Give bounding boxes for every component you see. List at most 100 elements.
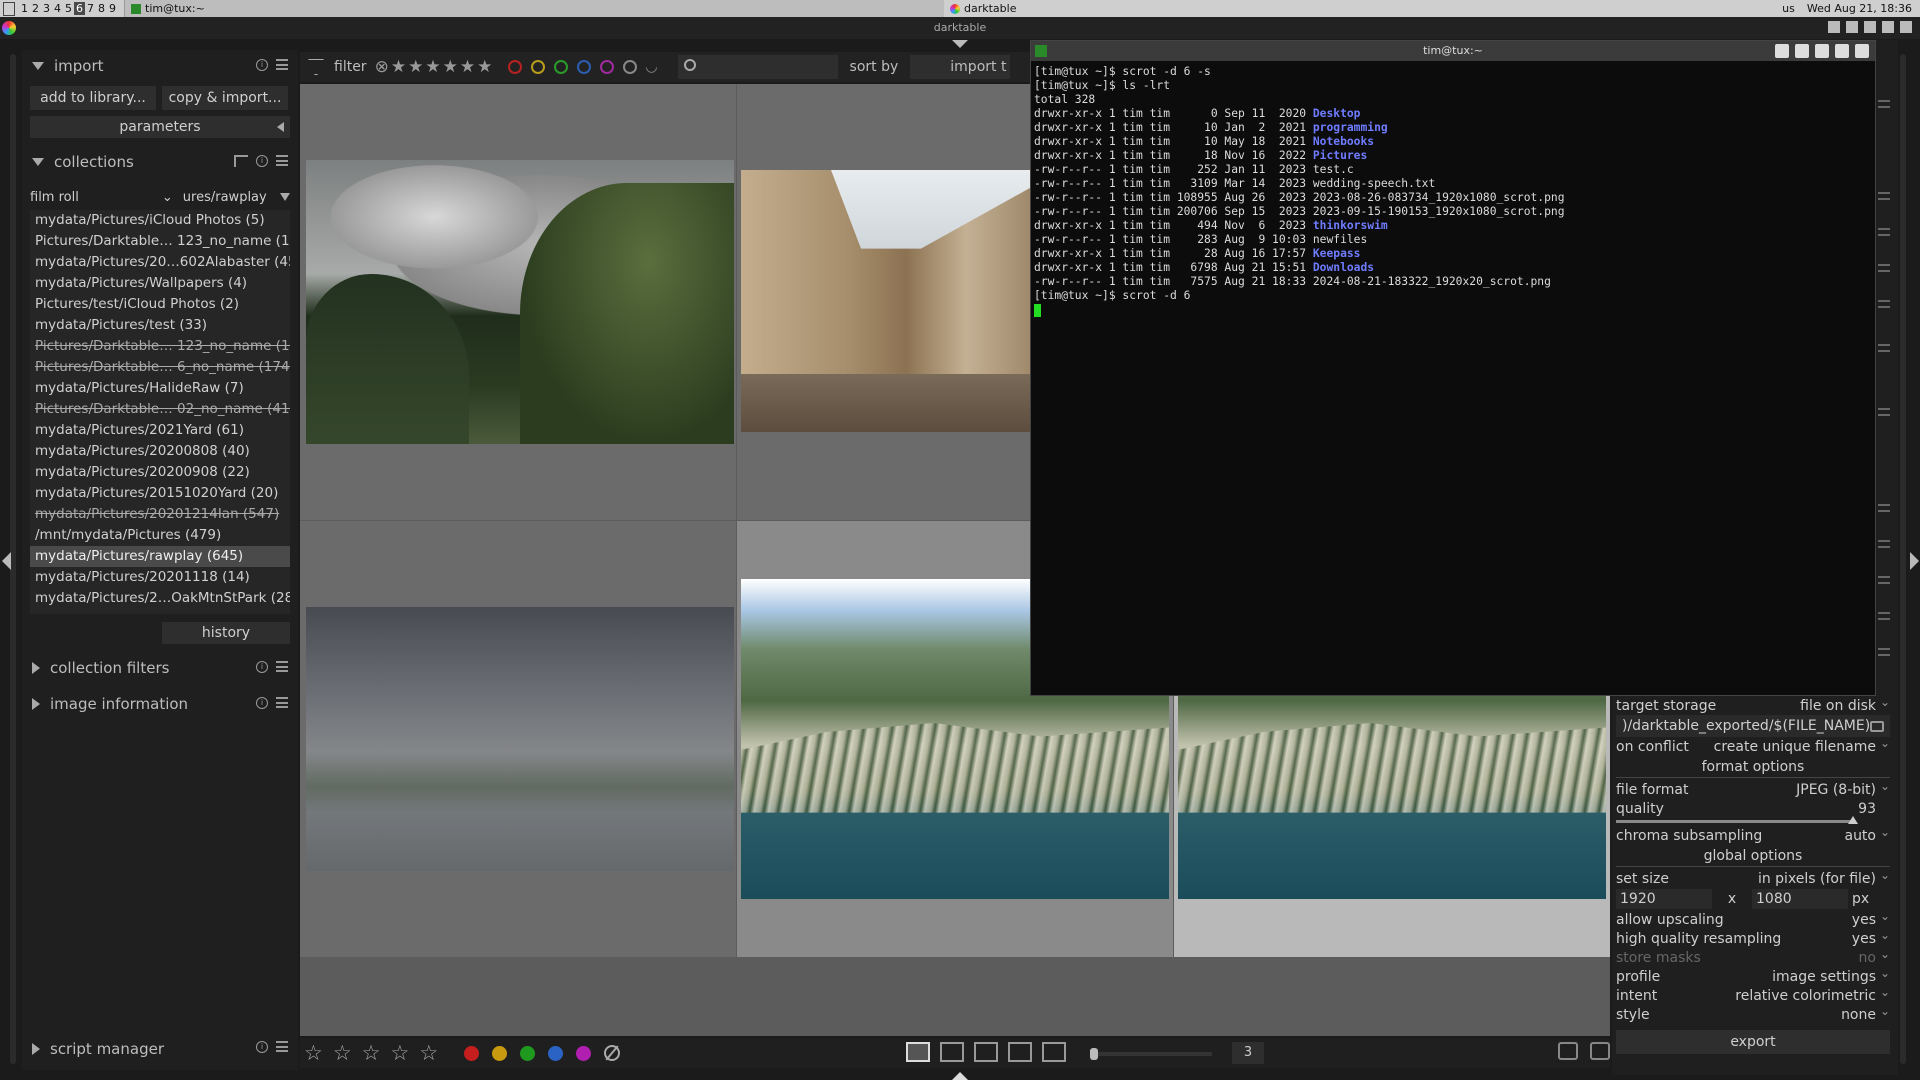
thumbnail-image[interactable] [741, 170, 1041, 432]
workspace-2[interactable]: 2 [30, 2, 41, 15]
pin-icon[interactable] [1864, 21, 1876, 33]
copy-and-import-button[interactable]: copy & import... [162, 86, 288, 110]
collection-list-item[interactable]: mydata/Pictures/20201118 (14) [30, 567, 290, 588]
wm-menu-icon[interactable] [3, 1, 15, 16]
star-icon[interactable]: ★ [391, 57, 406, 77]
preview-icon[interactable] [1042, 1042, 1066, 1062]
width-input[interactable]: 1920 [1616, 889, 1712, 909]
maximize-icon[interactable] [1846, 21, 1858, 33]
collection-property-select[interactable]: film roll ⌄ [30, 190, 179, 205]
star-icon[interactable]: ☆ [304, 1041, 323, 1065]
sort-icon[interactable] [234, 155, 248, 167]
search-input[interactable] [677, 55, 838, 79]
culling-fixed-icon[interactable] [974, 1042, 998, 1062]
star-icon[interactable]: ☆ [333, 1041, 352, 1065]
height-input[interactable]: 1080 [1752, 889, 1848, 909]
reset-icon[interactable]: i [256, 697, 268, 709]
color-label-dot[interactable] [464, 1045, 480, 1061]
export-path-input[interactable]: )/darktable_exported/$(FILE_NAME) [1616, 715, 1890, 737]
collection-list-item[interactable]: /mnt/mydata/Pictures (479) [30, 525, 290, 546]
collapse-left-panel-icon[interactable] [2, 552, 11, 570]
reject-icon[interactable]: ⊗ [375, 57, 389, 77]
presets-icon[interactable] [1878, 504, 1890, 512]
intent-row[interactable]: intent relative colorimetric [1616, 985, 1890, 1005]
thumbnail-cell[interactable] [300, 84, 736, 520]
presets-icon[interactable] [276, 155, 288, 166]
history-button[interactable]: history [162, 622, 290, 644]
allow-upscaling-row[interactable]: allow upscaling yes [1616, 909, 1890, 929]
focus-peaking-icon[interactable] [1558, 1042, 1578, 1060]
minimize-icon[interactable] [1775, 44, 1789, 58]
image-information-module-header[interactable]: image information i [22, 688, 298, 720]
display-profile-icon[interactable] [1590, 1042, 1610, 1060]
collection-list-item[interactable]: mydata/Pictures/20200908 (22) [30, 462, 290, 483]
presets-icon[interactable] [1878, 612, 1890, 620]
on-conflict-row[interactable]: on conflict create unique filename [1616, 736, 1890, 756]
add-to-library-button[interactable]: add to library... [30, 86, 156, 110]
color-op-icon[interactable]: ◡ [645, 59, 657, 75]
star-icon[interactable]: ★ [408, 57, 423, 77]
terminal-titlebar[interactable]: tim@tux:~ [1031, 41, 1875, 61]
culling-dynamic-icon[interactable] [1008, 1042, 1032, 1062]
color-label-dot[interactable] [492, 1045, 508, 1061]
presets-icon[interactable] [1878, 540, 1890, 548]
thumbnail-image[interactable] [306, 607, 734, 871]
import-parameters-button[interactable]: parameters [30, 116, 290, 138]
star-icon[interactable]: ★ [425, 57, 440, 77]
sort-order-select[interactable]: import t [910, 55, 1011, 79]
target-storage-row[interactable]: target storage file on disk [1616, 695, 1890, 715]
workspace-7[interactable]: 7 [85, 2, 96, 15]
collection-list-item[interactable]: mydata/Pictures/20…602Alabaster (45) [30, 252, 290, 273]
presets-icon[interactable] [1878, 408, 1890, 416]
star-icon[interactable]: ☆ [362, 1041, 381, 1065]
presets-icon[interactable] [1878, 300, 1890, 308]
presets-icon[interactable] [276, 1041, 288, 1052]
reset-icon[interactable]: i [256, 661, 268, 673]
thumbnail-cell[interactable] [300, 521, 736, 957]
color-filter-dot[interactable] [600, 60, 615, 74]
color-filter-dot[interactable] [508, 60, 523, 74]
collection-list-item[interactable]: mydata/Pictures/20151020Yard (20) [30, 483, 290, 504]
workspace-8[interactable]: 8 [96, 2, 107, 15]
taskbar-darktable[interactable]: darktable [944, 0, 1782, 17]
slider-knob[interactable] [1090, 1048, 1098, 1060]
pin-icon[interactable] [1815, 44, 1829, 58]
color-filter-dot[interactable] [623, 60, 638, 74]
collection-list-item[interactable]: mydata/Pictures/HalideRaw (7) [30, 378, 290, 399]
collection-list-item[interactable]: mydata/Pictures/2021Yard (61) [30, 420, 290, 441]
chroma-subsampling-row[interactable]: chroma subsampling auto [1616, 825, 1890, 845]
color-label-dot[interactable] [520, 1045, 536, 1061]
maximize-icon[interactable] [1835, 44, 1849, 58]
hq-resampling-row[interactable]: high quality resampling yes [1616, 928, 1890, 948]
color-label-dot[interactable] [548, 1045, 564, 1061]
collection-list-item[interactable]: Pictures/Darktable… 123_no_name (1) [30, 231, 290, 252]
presets-icon[interactable] [1878, 100, 1890, 108]
profile-row[interactable]: profile image settings [1616, 966, 1890, 986]
star-icon[interactable]: ☆ [390, 1041, 409, 1065]
collapse-right-panel-icon[interactable] [1910, 552, 1919, 570]
collection-list-item[interactable]: mydata/Pictures/20200808 (40) [30, 441, 290, 462]
color-label-dot[interactable] [576, 1045, 592, 1061]
collection-list-item[interactable]: mydata/Pictures/Wallpapers (4) [30, 273, 290, 294]
thumbnail-zoom-slider[interactable] [1090, 1048, 1212, 1060]
color-filter-dot[interactable] [577, 60, 592, 74]
workspace-6[interactable]: 6 [74, 2, 85, 15]
collapse-top-panel-icon[interactable] [952, 40, 968, 48]
terminal-output[interactable]: [tim@tux ~]$ scrot -d 6 -s [tim@tux ~]$ l… [1031, 61, 1875, 321]
filter-icon[interactable] [308, 59, 324, 75]
presets-icon[interactable] [1878, 648, 1890, 656]
collection-list-item[interactable]: mydata/Pictures/2…OakMtnStPark (28) [30, 588, 290, 609]
zoomable-layout-icon[interactable] [940, 1042, 964, 1062]
scroll-handle[interactable] [1900, 54, 1906, 1064]
collection-list-item[interactable]: Pictures/Darktable… 123_no_name (1) [30, 336, 290, 357]
collection-filters-module-header[interactable]: collection filters i [22, 652, 298, 684]
file-format-row[interactable]: file format JPEG (8-bit) [1616, 779, 1890, 799]
collection-list-item[interactable]: Pictures/Darktable… 6_no_name (174) [30, 357, 290, 378]
filemanager-layout-icon[interactable] [906, 1042, 930, 1062]
star-icon[interactable]: ★ [460, 57, 475, 77]
close-icon[interactable] [1855, 44, 1869, 58]
keyboard-layout[interactable]: us [1782, 2, 1795, 15]
star-icon[interactable]: ☆ [419, 1041, 438, 1065]
collection-list-item[interactable]: mydata/Pictures/20201214Ian (547) [30, 504, 290, 525]
presets-icon[interactable] [1878, 228, 1890, 236]
